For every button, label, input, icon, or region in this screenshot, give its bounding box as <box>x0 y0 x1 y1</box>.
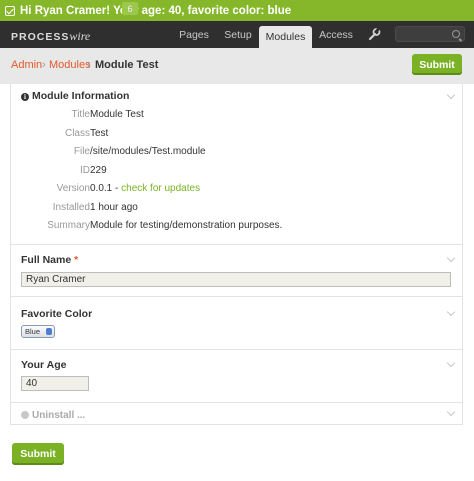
info-row-version: Version 0.0.1 - check for updates <box>11 180 462 199</box>
favorite-color-section: Favorite Color Blue <box>11 297 462 350</box>
page-title: Module Test <box>95 59 159 71</box>
module-info-heading[interactable]: i Module Information <box>21 90 129 102</box>
info-key: Installed <box>52 202 90 213</box>
info-value: 1 hour ago <box>90 202 138 213</box>
info-value: 0.0.1 - check for updates <box>90 183 200 194</box>
info-value: Module for testing/demonstration purpose… <box>90 220 283 231</box>
info-value: Module Test <box>90 109 144 120</box>
check-updates-link[interactable]: check for updates <box>121 183 200 194</box>
notice-message: Hi Ryan Cramer! Your age: 40, favorite c… <box>20 4 292 17</box>
info-key: Title <box>71 109 90 120</box>
module-info-section: i Module Information Title Module Test Cl… <box>11 84 462 245</box>
info-key: Summary <box>47 220 90 231</box>
logo-script-text: wire <box>69 29 91 43</box>
info-value: Test <box>90 128 109 139</box>
check-icon <box>5 5 15 16</box>
favorite-color-select[interactable]: Blue <box>21 325 55 338</box>
submit-button-top[interactable]: Submit <box>412 54 462 75</box>
page-header: Admin › Modules › Module Test Submit <box>0 48 474 84</box>
search-box[interactable] <box>395 26 465 42</box>
uninstall-section: Uninstall ... <box>11 403 462 425</box>
info-key: ID <box>80 165 90 176</box>
wrench-icon[interactable] <box>367 27 381 41</box>
full-name-section: Full Name * <box>11 245 462 297</box>
favorite-color-label[interactable]: Favorite Color <box>21 308 92 320</box>
version-text: 0.0.1 - <box>90 183 122 194</box>
your-age-label[interactable]: Your Age <box>21 359 67 371</box>
select-value: Blue <box>25 327 41 336</box>
your-age-field[interactable] <box>21 376 89 391</box>
notice-bar: Hi Ryan Cramer! Your age: 40, favorite c… <box>0 0 474 21</box>
module-info-heading-text: Module Information <box>32 90 130 102</box>
info-row-summary: Summary Module for testing/demonstration… <box>11 217 462 236</box>
processwire-logo[interactable]: PROCESSwire <box>11 29 90 44</box>
chevron-down-icon[interactable] <box>446 307 456 317</box>
breadcrumb-modules[interactable]: Modules <box>49 59 91 71</box>
info-value: 229 <box>90 165 107 176</box>
breadcrumb-separator: › <box>87 59 91 71</box>
uninstall-label: Uninstall ... <box>32 410 86 421</box>
full-name-label[interactable]: Full Name * <box>21 254 78 266</box>
breadcrumb-admin[interactable]: Admin <box>11 59 42 71</box>
info-value: /site/modules/Test.module <box>90 146 206 157</box>
search-input[interactable] <box>396 27 448 41</box>
nav-pages[interactable]: Pages <box>172 21 216 48</box>
module-config-form: i Module Information Title Module Test Cl… <box>10 84 463 425</box>
chevron-down-icon[interactable] <box>446 358 456 368</box>
logo-main-text: PROCESS <box>11 31 70 43</box>
info-row-id: ID 229 <box>11 162 462 181</box>
chevron-down-icon[interactable] <box>446 253 456 263</box>
full-name-label-text: Full Name <box>21 254 72 266</box>
breadcrumb-separator: › <box>42 59 46 71</box>
submit-button-bottom[interactable]: Submit <box>12 443 64 465</box>
info-key: Class <box>64 128 90 139</box>
nav-access[interactable]: Access <box>313 21 359 48</box>
uninstall-icon <box>21 411 29 419</box>
info-row-class: Class Test <box>11 125 462 144</box>
info-row-installed: Installed 1 hour ago <box>11 199 462 218</box>
select-arrow-icon <box>46 328 52 335</box>
your-age-section: Your Age <box>11 350 462 403</box>
nav-modules[interactable]: Modules <box>259 26 312 48</box>
info-icon: i <box>21 93 29 101</box>
info-key: File <box>73 146 90 157</box>
notice-count-badge[interactable]: 6 <box>122 2 138 15</box>
required-marker: * <box>74 254 79 266</box>
nav-setup[interactable]: Setup <box>218 21 258 48</box>
info-key: Version <box>56 183 90 194</box>
chevron-down-icon[interactable] <box>446 90 456 100</box>
info-row-title: Title Module Test <box>11 106 462 125</box>
full-name-field[interactable] <box>21 272 451 287</box>
info-row-file: File /site/modules/Test.module <box>11 143 462 162</box>
search-icon[interactable] <box>452 30 460 38</box>
chevron-down-icon[interactable] <box>446 407 456 417</box>
uninstall-toggle[interactable]: Uninstall ... <box>21 410 85 421</box>
masthead: PROCESSwire Pages Setup Modules Access <box>0 21 474 48</box>
